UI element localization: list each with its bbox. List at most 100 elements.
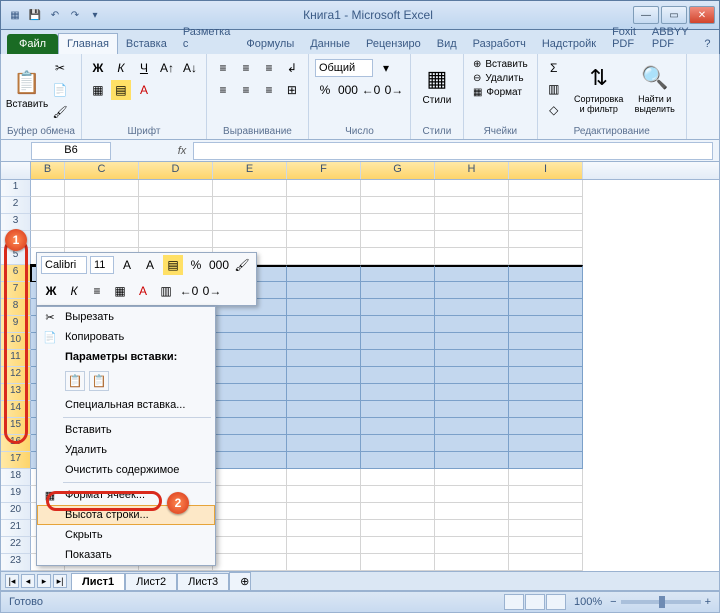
fill-color-button[interactable]: ▤ [111,80,131,100]
underline-button[interactable]: Ч [134,58,154,78]
cell[interactable] [361,231,435,248]
inc-decimal-button[interactable]: ←0 [361,80,381,100]
mini-italic[interactable]: К [64,281,84,301]
cell[interactable] [287,265,361,282]
mini-fill-color[interactable]: ▤ [163,255,183,275]
tab-developer[interactable]: Разработч [465,34,534,54]
row-header[interactable]: 2 [1,197,31,214]
cell[interactable] [435,469,509,486]
cell[interactable] [361,503,435,520]
redo-button[interactable]: ↷ [67,7,83,23]
mini-align[interactable]: ≡ [87,281,107,301]
cell[interactable] [435,214,509,231]
cell[interactable] [361,452,435,469]
cell[interactable] [435,554,509,571]
col-header[interactable]: D [139,162,213,179]
tab-review[interactable]: Рецензиро [358,34,429,54]
cell[interactable] [139,214,213,231]
cell[interactable] [509,486,583,503]
ctx-show[interactable]: Показать [37,545,215,565]
cell[interactable] [287,537,361,554]
mini-percent[interactable]: % [186,255,206,275]
view-page-break[interactable] [546,594,566,610]
col-header[interactable]: B [31,162,65,179]
view-page-layout[interactable] [525,594,545,610]
tab-view[interactable]: Вид [429,34,465,54]
row-header[interactable]: 1 [1,180,31,197]
sheet-tab[interactable]: Лист1 [71,573,125,590]
cell[interactable] [361,265,435,282]
save-button[interactable]: 💾 [27,7,43,23]
ctx-clear-contents[interactable]: Очистить содержимое [37,460,215,480]
tab-data[interactable]: Данные [302,34,358,54]
row-header[interactable]: 22 [1,537,31,554]
cell[interactable] [361,197,435,214]
cell[interactable] [361,486,435,503]
paste-option-1[interactable]: 📋 [65,371,85,391]
merge-cells-button[interactable]: ⊞ [282,80,302,100]
insert-cells-button[interactable]: ⊕Вставить [470,58,531,71]
cell[interactable] [509,333,583,350]
cell[interactable] [361,350,435,367]
cell[interactable] [287,214,361,231]
name-box[interactable]: B6 [31,142,111,160]
tab-addins[interactable]: Надстройк [534,34,604,54]
cell[interactable] [435,401,509,418]
cell[interactable] [509,401,583,418]
cell[interactable] [509,180,583,197]
cell[interactable] [509,469,583,486]
wrap-text-button[interactable]: ↲ [282,58,302,78]
cell[interactable] [31,197,65,214]
cell[interactable] [287,486,361,503]
cell[interactable] [509,435,583,452]
cell[interactable] [31,180,65,197]
cell[interactable] [509,384,583,401]
row-header[interactable]: 21 [1,520,31,537]
paste-option-2[interactable]: 📋 [89,371,109,391]
fill-button[interactable]: ▥ [544,79,564,99]
number-format-combo[interactable]: Общий [315,59,373,77]
cell[interactable] [287,282,361,299]
cell[interactable] [287,554,361,571]
cell[interactable] [287,248,361,265]
align-bot-center[interactable]: ≡ [236,80,256,100]
cell[interactable] [361,180,435,197]
cell[interactable] [287,469,361,486]
number-format-dd[interactable]: ▾ [376,58,396,78]
cell[interactable] [287,350,361,367]
cell[interactable] [287,503,361,520]
select-all-corner[interactable] [1,162,31,179]
cell[interactable] [287,452,361,469]
cell[interactable] [65,197,139,214]
cell[interactable] [435,435,509,452]
percent-button[interactable]: % [315,80,335,100]
cell[interactable] [287,180,361,197]
format-cells-button[interactable]: ▦Формат [470,86,531,99]
ctx-copy[interactable]: 📄Копировать [37,327,215,347]
tab-formulas[interactable]: Формулы [238,34,302,54]
grow-font-button[interactable]: A↑ [157,58,177,78]
sheet-nav-first[interactable]: |◂ [5,574,19,588]
cell[interactable] [31,214,65,231]
cut-button[interactable]: ✂ [50,58,70,78]
cell[interactable] [287,435,361,452]
tab-insert[interactable]: Вставка [118,34,175,54]
cell[interactable] [435,333,509,350]
cell[interactable] [361,554,435,571]
add-sheet-button[interactable]: ⊕ [229,572,251,590]
cell[interactable] [509,316,583,333]
mini-comma[interactable]: 000 [209,255,229,275]
cell[interactable] [435,520,509,537]
sheet-tab[interactable]: Лист2 [125,573,177,590]
col-header[interactable]: H [435,162,509,179]
tab-layout[interactable]: Разметка с [175,22,239,54]
cell[interactable] [361,282,435,299]
cell[interactable] [435,418,509,435]
zoom-out-button[interactable]: − [610,596,616,608]
styles-button[interactable]: ▦ Стили [417,58,457,114]
font-color-button[interactable]: A [134,80,154,100]
cell[interactable] [509,265,583,282]
ctx-hide[interactable]: Скрыть [37,525,215,545]
align-top-center[interactable]: ≡ [236,58,256,78]
cell[interactable] [509,197,583,214]
